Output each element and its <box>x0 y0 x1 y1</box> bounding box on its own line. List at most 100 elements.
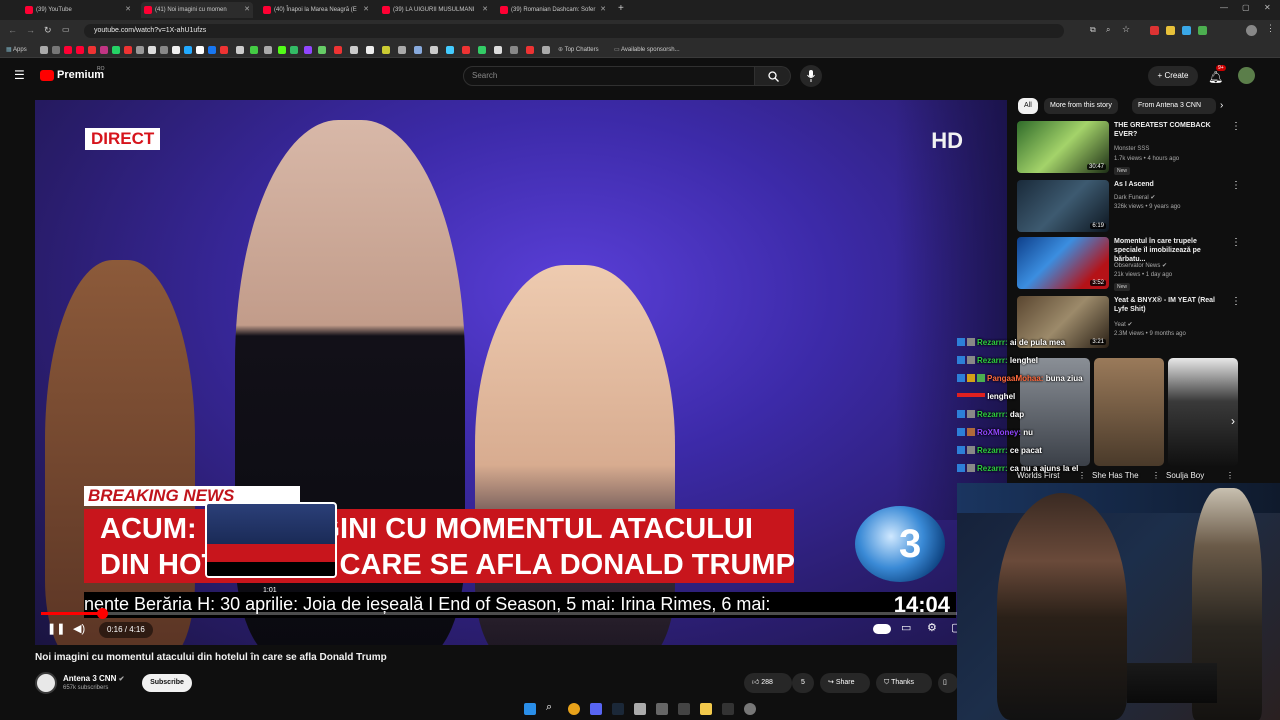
forward-icon[interactable]: → <box>26 25 35 35</box>
instagram-bookmark-icon[interactable] <box>100 46 108 54</box>
facebook-bookmark-icon[interactable] <box>208 46 216 54</box>
autoplay-toggle[interactable] <box>873 624 891 634</box>
discord-taskbar-icon[interactable] <box>590 703 602 715</box>
bookmark-icon[interactable] <box>290 46 298 54</box>
bookmark-icon[interactable] <box>430 46 438 54</box>
shorts-next-icon[interactable]: › <box>1231 414 1235 428</box>
channel-name-link[interactable]: Antena 3 CNN ✔ <box>63 674 124 683</box>
youtube-bookmark-icon[interactable] <box>76 46 84 54</box>
video-title[interactable]: THE GREATEST COMEBACK EVER? <box>1114 121 1226 139</box>
chevron-right-icon[interactable]: › <box>1220 100 1223 111</box>
bookmark-icon[interactable] <box>236 46 244 54</box>
video-channel[interactable]: Observator News ✔ <box>1114 262 1167 269</box>
chip-all[interactable]: All <box>1018 98 1038 114</box>
tab-search-icon[interactable]: ▭ <box>62 25 70 34</box>
video-title[interactable]: Momentul în care trupele speciale îl imo… <box>1114 237 1226 264</box>
bookmark-icon[interactable] <box>250 46 258 54</box>
taskbar-app-icon[interactable] <box>634 703 646 715</box>
zoom-icon[interactable]: ⌕ <box>1106 25 1110 35</box>
channel-avatar[interactable] <box>35 672 57 694</box>
video-channel[interactable]: Dark Funeral ✔ <box>1114 194 1155 201</box>
reload-icon[interactable]: ↻ <box>44 25 52 36</box>
bookmark-icon[interactable] <box>184 46 192 54</box>
save-button[interactable]: ▯ <box>938 673 958 693</box>
bookmark-icon[interactable] <box>382 46 390 54</box>
video-thumbnail[interactable]: 30:47 <box>1017 121 1109 173</box>
short-thumbnail[interactable] <box>1094 358 1164 466</box>
browser-tab[interactable]: (40) Înapoi la Marea Neagră (E ✕ <box>260 2 372 18</box>
recommended-video[interactable]: 3:52 Momentul în care trupele speciale î… <box>1017 237 1267 293</box>
more-options-icon[interactable]: ⋮ <box>1231 121 1241 132</box>
install-app-icon[interactable]: ⧉ <box>1090 25 1096 35</box>
bookmark-icon[interactable] <box>510 46 518 54</box>
volume-icon[interactable]: ◀) <box>73 622 85 635</box>
pause-icon[interactable]: ❚❚ <box>47 622 65 635</box>
twitch-bookmark-icon[interactable] <box>304 46 312 54</box>
profile-avatar-icon[interactable] <box>1246 25 1257 36</box>
notifications-button[interactable]: 🔔︎ 9+ <box>1208 65 1226 86</box>
top-chatters-bookmark[interactable]: ⊕ Top Chatters <box>558 42 599 58</box>
account-avatar[interactable] <box>1238 67 1255 84</box>
whatsapp-bookmark-icon[interactable] <box>112 46 120 54</box>
bookmark-icon[interactable] <box>52 46 60 54</box>
bookmark-icon[interactable] <box>462 46 470 54</box>
extension-icon[interactable] <box>1166 26 1175 35</box>
bookmark-icon[interactable] <box>264 46 272 54</box>
bookmark-icon[interactable] <box>136 46 144 54</box>
bookmark-icon[interactable] <box>160 46 168 54</box>
more-options-icon[interactable]: ⋮ <box>1078 471 1086 480</box>
video-channel[interactable]: Monster SSS <box>1114 146 1149 152</box>
bookmark-icon[interactable] <box>414 46 422 54</box>
tiktok-bookmark-icon[interactable] <box>196 46 204 54</box>
bookmark-icon[interactable] <box>446 46 454 54</box>
browser-tab[interactable]: (39) LA UIGURII MUSULMANI ✕ <box>379 2 491 18</box>
url-field[interactable]: youtube.com/watch?v=1X-ahU1ufzs <box>84 24 1064 38</box>
recommended-video[interactable]: 6:19 As I Ascend Dark Funeral ✔ 326k vie… <box>1017 180 1267 236</box>
x-bookmark-icon[interactable] <box>172 46 180 54</box>
more-options-icon[interactable]: ⋮ <box>1231 296 1241 307</box>
video-thumbnail[interactable]: 3:52 <box>1017 237 1109 289</box>
share-button[interactable]: ↪ Share <box>820 673 870 693</box>
bookmark-icon[interactable] <box>88 46 96 54</box>
steam-taskbar-icon[interactable] <box>612 703 624 715</box>
more-options-icon[interactable]: ⋮ <box>1152 471 1160 480</box>
like-button[interactable]: 👍︎ 288 <box>744 673 792 693</box>
maximize-icon[interactable]: ▢ <box>1242 3 1250 12</box>
youtube-bookmark-icon[interactable] <box>64 46 72 54</box>
chrome-taskbar-icon[interactable] <box>568 703 580 715</box>
subtitles-icon[interactable]: ▭ <box>901 621 911 634</box>
taskbar-search-icon[interactable]: ⌕ <box>546 701 552 714</box>
kick-bookmark-icon[interactable] <box>278 46 286 54</box>
bookmark-icon[interactable] <box>494 46 502 54</box>
close-tab-icon[interactable]: ✕ <box>125 2 131 18</box>
more-options-icon[interactable]: ⋮ <box>1226 471 1234 480</box>
short-title[interactable]: She Has The <box>1092 471 1139 480</box>
file-explorer-taskbar-icon[interactable] <box>700 703 712 715</box>
taskbar-app-icon[interactable] <box>656 703 668 715</box>
more-options-icon[interactable]: ⋮ <box>1231 237 1241 248</box>
bookmark-icon[interactable] <box>366 46 374 54</box>
apps-bookmark[interactable]: ▦ Apps <box>6 42 27 58</box>
comment-count[interactable]: 5 <box>792 673 814 693</box>
taskbar-app-icon[interactable] <box>744 703 756 715</box>
progress-bar[interactable] <box>41 608 1001 619</box>
close-tab-icon[interactable]: ✕ <box>600 2 606 18</box>
bookmark-icon[interactable] <box>398 46 406 54</box>
recommended-video[interactable]: 30:47 THE GREATEST COMEBACK EVER? Monste… <box>1017 121 1267 177</box>
close-tab-icon[interactable]: ✕ <box>363 2 369 18</box>
close-tab-icon[interactable]: ✕ <box>244 2 250 18</box>
browser-tab[interactable]: (39) Romanian Dashcam: Sofer ✕ <box>497 2 609 18</box>
bookmark-icon[interactable] <box>542 46 550 54</box>
browser-menu-icon[interactable]: ⋮ <box>1266 23 1275 34</box>
extension-icon[interactable] <box>1198 26 1207 35</box>
browser-tab-active[interactable]: (41) Noi imagini cu momen ✕ <box>141 2 253 18</box>
taskbar-app-icon[interactable] <box>678 703 690 715</box>
bookmark-icon[interactable] <box>148 46 156 54</box>
extension-icon[interactable] <box>1182 26 1191 35</box>
bookmark-icon[interactable] <box>124 46 132 54</box>
video-thumbnail[interactable]: 6:19 <box>1017 180 1109 232</box>
voice-search-button[interactable] <box>800 65 822 87</box>
video-channel[interactable]: Yeat ✔ <box>1114 321 1133 328</box>
bookmark-icon[interactable] <box>40 46 48 54</box>
bookmark-icon[interactable] <box>334 46 342 54</box>
